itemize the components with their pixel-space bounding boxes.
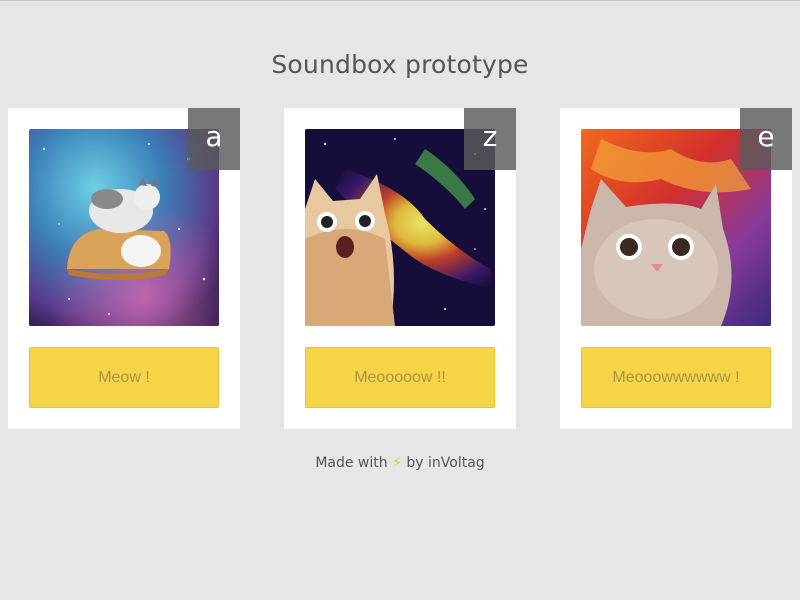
- key-badge: z: [464, 108, 516, 170]
- lightning-icon: ⚡: [392, 455, 402, 471]
- sound-card-z: z Meooooow !!: [284, 108, 516, 429]
- footer-suffix: by inVoltag: [406, 455, 485, 471]
- footer-prefix: Made with: [315, 455, 388, 471]
- page-title: Soundbox prototype: [271, 50, 529, 79]
- footer: Made with ⚡ by inVoltag: [0, 455, 800, 471]
- top-border: [0, 0, 800, 1]
- meooooow-button[interactable]: Meooooow !!: [305, 347, 495, 408]
- sound-card-e: e Meooowwwwww !: [560, 108, 792, 429]
- meooowwwwww-button[interactable]: Meooowwwwww !: [581, 347, 771, 408]
- key-badge: a: [188, 108, 240, 170]
- meow-button[interactable]: Meow !: [29, 347, 219, 408]
- sound-card-a: a Meow !: [8, 108, 240, 429]
- key-badge: e: [740, 108, 792, 170]
